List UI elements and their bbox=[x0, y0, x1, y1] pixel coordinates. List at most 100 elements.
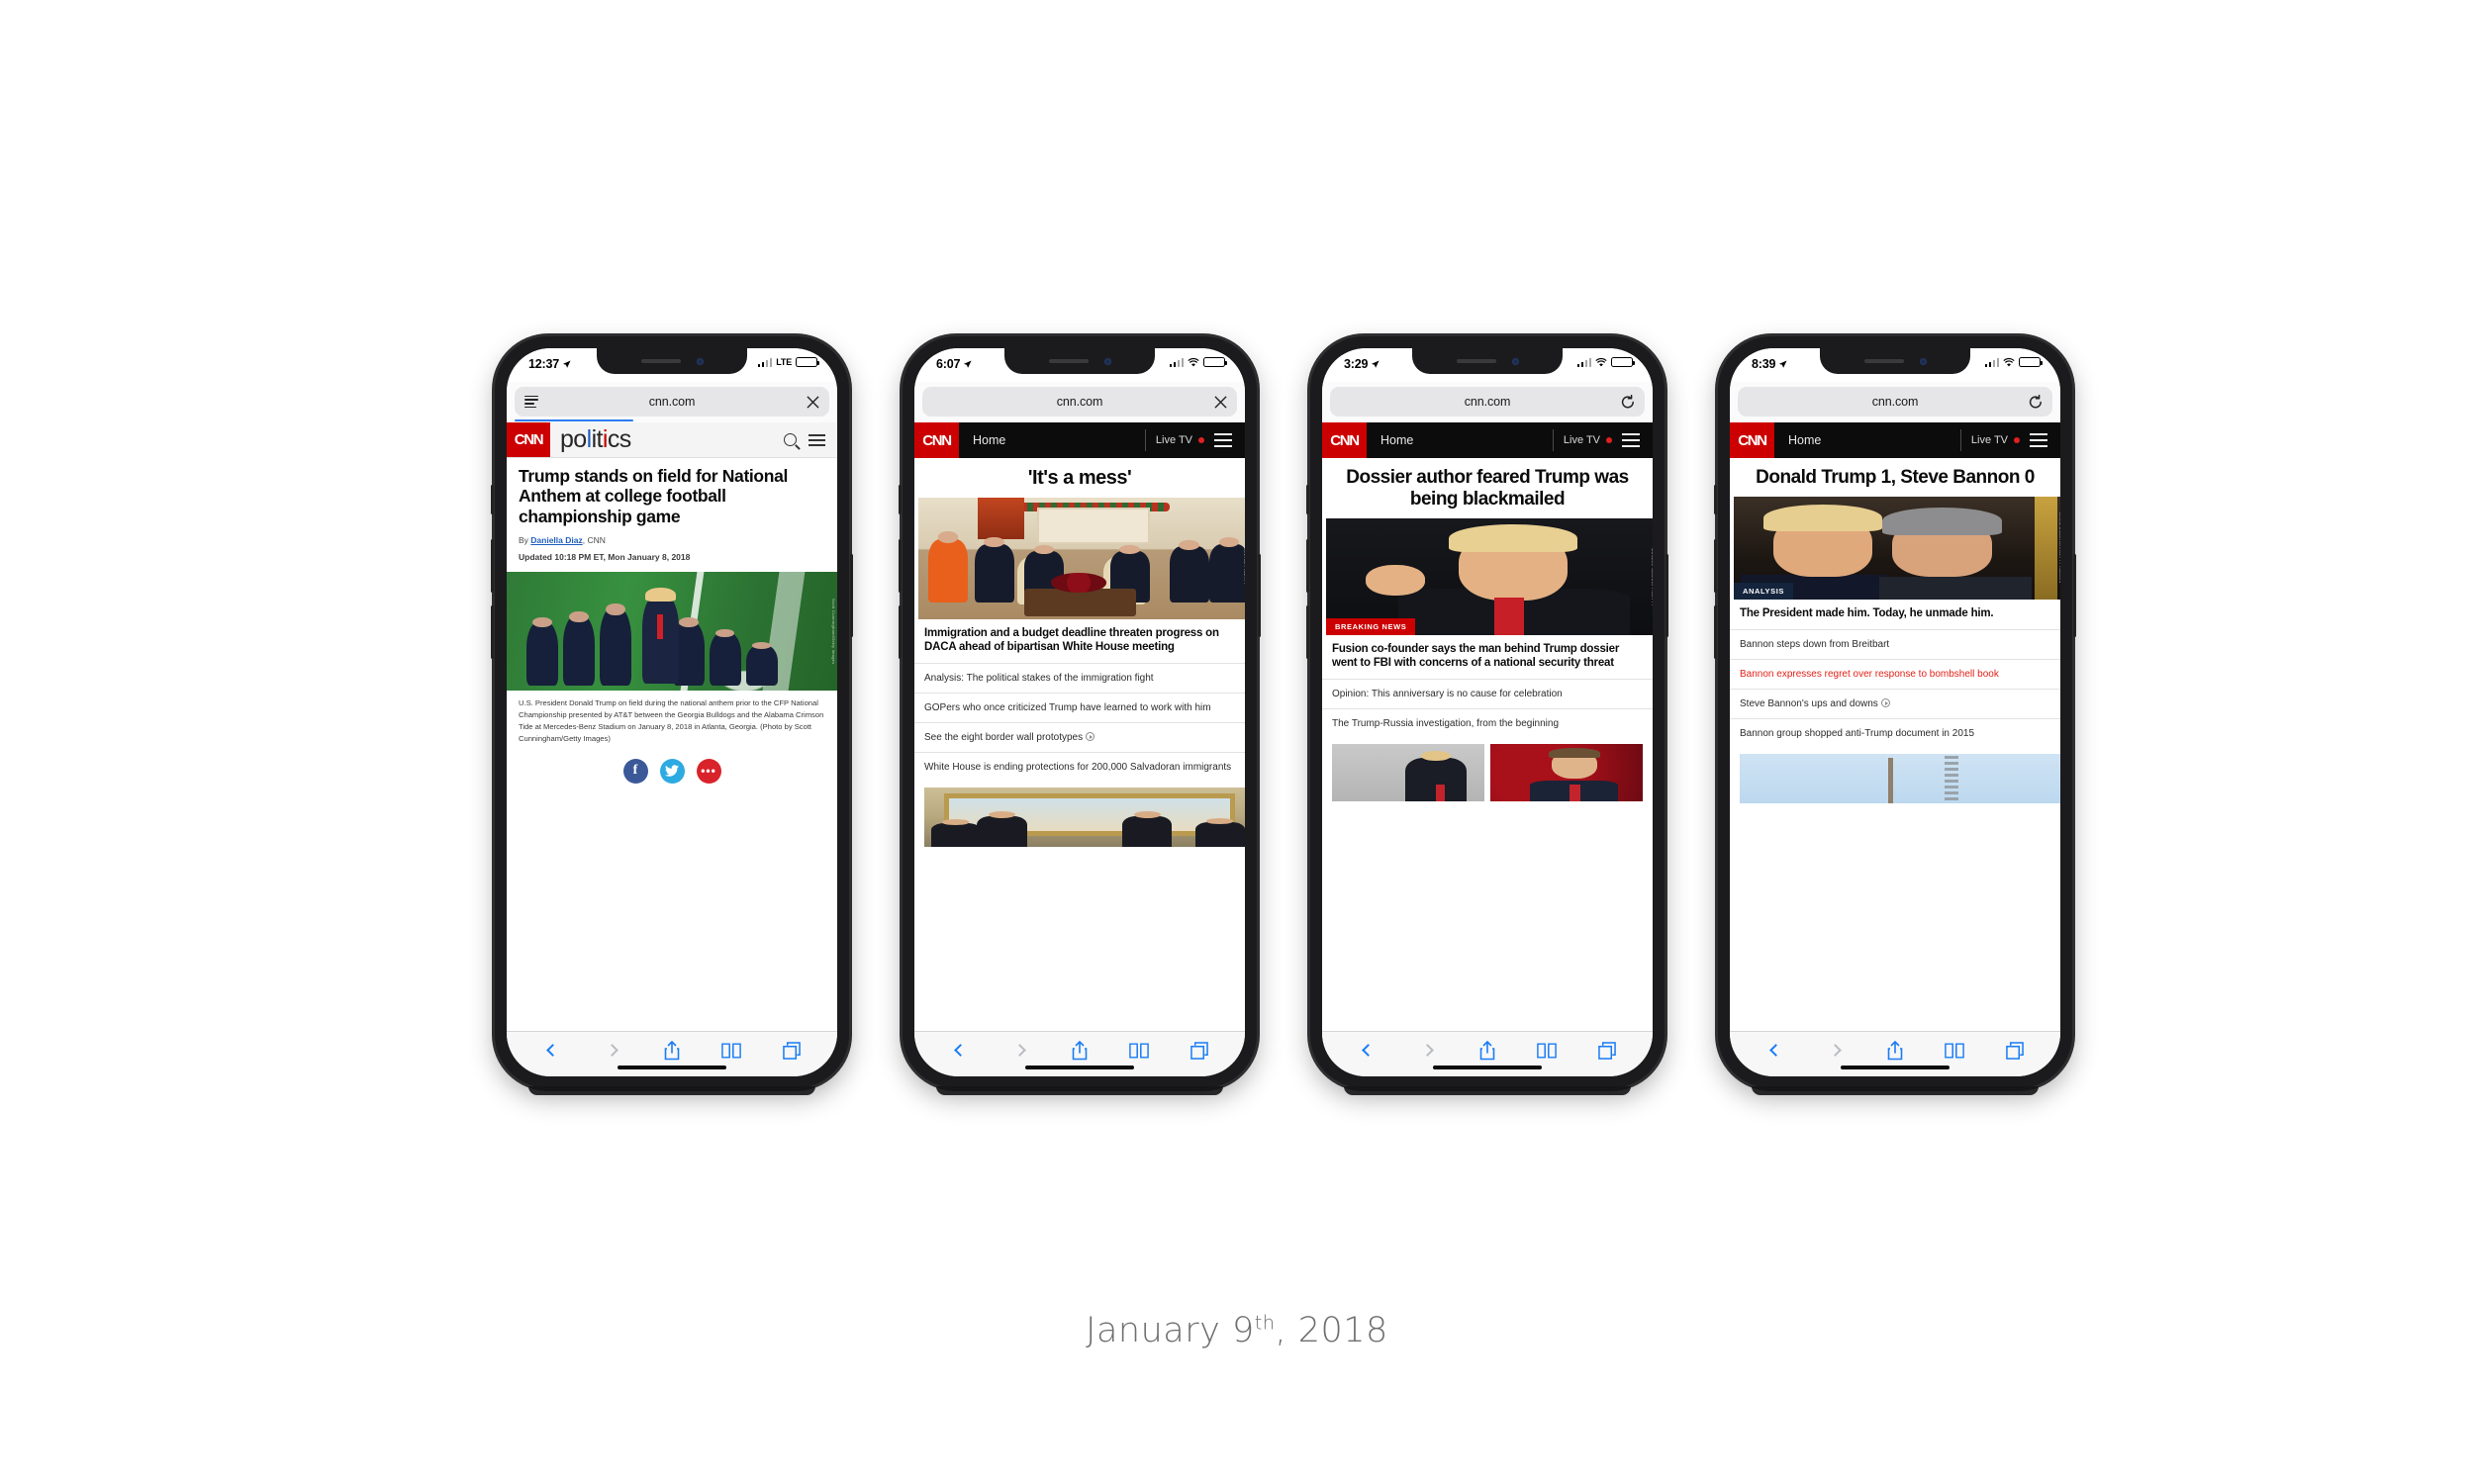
twitter-share-icon[interactable] bbox=[659, 758, 685, 784]
nav-home[interactable]: Home bbox=[1774, 422, 1960, 458]
lead-headline: Fusion co-founder says the man behind Tr… bbox=[1332, 643, 1620, 670]
bookmarks-button[interactable] bbox=[1128, 1040, 1150, 1062]
back-button[interactable] bbox=[1764, 1040, 1786, 1062]
status-bar: 6:07 bbox=[914, 348, 1245, 382]
stop-icon[interactable] bbox=[802, 395, 819, 409]
reload-icon[interactable] bbox=[2025, 394, 2043, 410]
live-tv-link[interactable]: Live TV bbox=[1552, 429, 1622, 451]
power-button[interactable] bbox=[850, 554, 853, 637]
search-icon[interactable] bbox=[784, 433, 797, 446]
volume-down-button[interactable] bbox=[1306, 605, 1309, 659]
menu-icon[interactable] bbox=[1622, 433, 1653, 447]
volume-down-button[interactable] bbox=[491, 605, 494, 659]
cnn-logo[interactable]: CNN bbox=[1322, 422, 1367, 458]
cnn-logo[interactable]: CNN bbox=[507, 422, 550, 457]
tabs-button[interactable] bbox=[781, 1040, 803, 1062]
cnn-logo[interactable]: CNN bbox=[914, 422, 959, 458]
date-caption: January 9th, 2018 bbox=[0, 1311, 2474, 1350]
tabs-button[interactable] bbox=[1189, 1040, 1210, 1062]
power-button[interactable] bbox=[1665, 554, 1668, 637]
bookmarks-button[interactable] bbox=[1536, 1040, 1558, 1062]
live-tv-link[interactable]: Live TV bbox=[1959, 429, 2030, 451]
address-field[interactable]: cnn.com bbox=[1738, 387, 2052, 417]
forward-button[interactable] bbox=[602, 1040, 623, 1062]
power-button[interactable] bbox=[2073, 554, 2076, 637]
volume-up-button[interactable] bbox=[491, 539, 494, 593]
list-item[interactable]: GOPers who once criticized Trump have le… bbox=[914, 693, 1245, 722]
play-icon bbox=[1880, 698, 1890, 708]
home-indicator[interactable] bbox=[1433, 1065, 1542, 1069]
address-field[interactable]: cnn.com bbox=[922, 387, 1237, 417]
status-bar: 3:29 bbox=[1322, 348, 1653, 382]
nav-home[interactable]: Home bbox=[1367, 422, 1553, 458]
list-item[interactable]: White House is ending protections for 20… bbox=[914, 752, 1245, 782]
section-part-c: cs bbox=[607, 425, 631, 453]
tabs-button[interactable] bbox=[2004, 1040, 2026, 1062]
forward-button[interactable] bbox=[1009, 1040, 1031, 1062]
phone-3: 3:29 cnn.com CNN Home Live TV Dossier au… bbox=[1306, 336, 1668, 1095]
forward-button[interactable] bbox=[1825, 1040, 1847, 1062]
secondary-photo[interactable] bbox=[1740, 754, 2060, 804]
cnn-header: CNN Home Live TV bbox=[914, 422, 1245, 458]
more-share-icon[interactable]: ••• bbox=[696, 758, 721, 784]
phone-1: 12:37 LTE cnn.com CNN po l it i cs Trump… bbox=[491, 336, 853, 1095]
volume-down-button[interactable] bbox=[899, 605, 902, 659]
list-item[interactable]: Bannon group shopped anti-Trump document… bbox=[1730, 718, 2060, 748]
share-button[interactable] bbox=[1476, 1040, 1498, 1062]
share-button[interactable] bbox=[1884, 1040, 1906, 1062]
home-indicator[interactable] bbox=[1025, 1065, 1134, 1069]
home-indicator[interactable] bbox=[1841, 1065, 1950, 1069]
mute-switch[interactable] bbox=[899, 485, 902, 514]
back-button[interactable] bbox=[541, 1040, 563, 1062]
thumbnail[interactable] bbox=[1332, 744, 1484, 802]
list-item[interactable]: Opinion: This anniversary is no cause fo… bbox=[1322, 679, 1653, 708]
nav-home[interactable]: Home bbox=[959, 422, 1145, 458]
cnn-logo[interactable]: CNN bbox=[1730, 422, 1774, 458]
facebook-share-icon[interactable]: f bbox=[622, 758, 648, 784]
forward-button[interactable] bbox=[1417, 1040, 1439, 1062]
list-item[interactable]: Bannon expresses regret over response to… bbox=[1730, 659, 2060, 689]
menu-icon[interactable] bbox=[1214, 433, 1245, 447]
safari-url-bar: cnn.com bbox=[914, 382, 1245, 422]
tabs-button[interactable] bbox=[1596, 1040, 1618, 1062]
power-button[interactable] bbox=[1258, 554, 1261, 637]
headline-text: See the eight border wall prototypes bbox=[924, 732, 1084, 744]
reader-view-icon[interactable] bbox=[524, 395, 542, 409]
share-button[interactable] bbox=[661, 1040, 683, 1062]
address-field[interactable]: cnn.com bbox=[1330, 387, 1645, 417]
address-field[interactable]: cnn.com bbox=[515, 387, 829, 417]
volume-down-button[interactable] bbox=[1714, 605, 1717, 659]
list-item[interactable]: Bannon steps down from Breitbart bbox=[1730, 629, 2060, 659]
volume-up-button[interactable] bbox=[899, 539, 902, 593]
share-button[interactable] bbox=[1069, 1040, 1091, 1062]
page-load-progress bbox=[515, 418, 633, 421]
volume-up-button[interactable] bbox=[1714, 539, 1717, 593]
list-item[interactable]: Analysis: The political stakes of the im… bbox=[914, 663, 1245, 693]
menu-icon[interactable] bbox=[809, 433, 825, 446]
menu-icon[interactable] bbox=[2030, 433, 2060, 447]
volume-up-button[interactable] bbox=[1306, 539, 1309, 593]
status-indicators bbox=[1169, 357, 1227, 367]
live-tv-link[interactable]: Live TV bbox=[1144, 429, 1214, 451]
article-photo: ANALYSIS DREW ANGERER/GETTY IMAGES bbox=[1734, 497, 2060, 601]
mute-switch[interactable] bbox=[1306, 485, 1309, 514]
secondary-photo[interactable] bbox=[924, 788, 1245, 848]
list-item[interactable]: The Trump-Russia investigation, from the… bbox=[1322, 708, 1653, 738]
notch bbox=[1820, 348, 1970, 374]
back-button[interactable] bbox=[1357, 1040, 1379, 1062]
back-button[interactable] bbox=[949, 1040, 971, 1062]
bookmarks-button[interactable] bbox=[720, 1040, 742, 1062]
bookmarks-button[interactable] bbox=[1944, 1040, 1965, 1062]
stop-icon[interactable] bbox=[1209, 395, 1227, 409]
reload-icon[interactable] bbox=[1617, 394, 1635, 410]
header-actions bbox=[784, 422, 837, 457]
home-indicator[interactable] bbox=[618, 1065, 726, 1069]
mute-switch[interactable] bbox=[1714, 485, 1717, 514]
thumbnail[interactable] bbox=[1490, 744, 1643, 802]
list-item[interactable]: See the eight border wall prototypes bbox=[914, 722, 1245, 752]
article-photo: BREAKING NEWS MANDEL NGAN/AFP/GETTY bbox=[1326, 518, 1653, 636]
mute-switch[interactable] bbox=[491, 485, 494, 514]
list-item[interactable]: Steve Bannon's ups and downs bbox=[1730, 689, 2060, 718]
url-text: cnn.com bbox=[1464, 395, 1511, 409]
byline-author-link[interactable]: Daniella Diaz bbox=[530, 535, 582, 545]
